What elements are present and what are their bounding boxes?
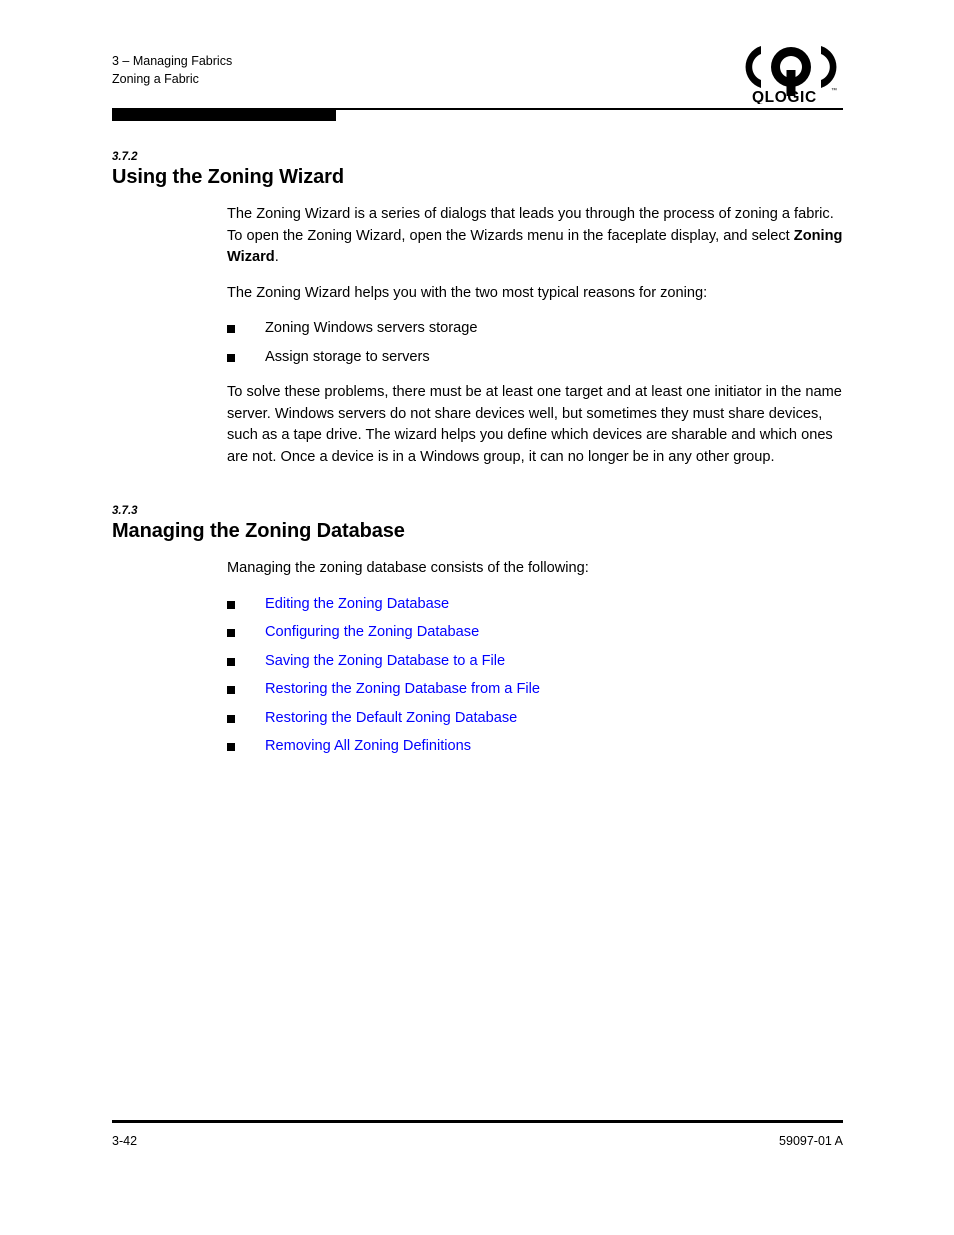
square-bullet-icon [227,600,235,609]
section-title: Using the Zoning Wizard [112,166,344,188]
page-content: 3.7.2 Using the Zoning Wizard The Zoning… [112,150,843,772]
header-chapter-line: 3 – Managing Fabrics [112,54,233,68]
list-item: Restoring the Zoning Database from a Fil… [227,679,843,701]
header-rule-thick-block [112,110,336,121]
link-restoring-the-default-zoning-database[interactable]: Restoring the Default Zoning Database [265,710,517,726]
page-header: 3 – Managing Fabrics Zoning a Fabric QLO… [112,46,843,104]
section-body: The Zoning Wizard is a series of dialogs… [227,204,843,468]
page-footer: 3-42 59097-01 A [112,1132,843,1150]
header-breadcrumb: 3 – Managing Fabrics Zoning a Fabric [112,52,843,88]
list-item: Assign storage to servers [227,347,843,369]
paragraph-database-intro: Managing the zoning database consists of… [227,560,589,576]
link-removing-all-zoning-definitions[interactable]: Removing All Zoning Definitions [265,738,471,754]
footer-rule [112,1120,843,1123]
section-number: 3.7.2 [112,151,138,163]
document-page: 3 – Managing Fabrics Zoning a Fabric QLO… [0,0,954,1235]
qlogic-logo: QLOGIC ™ [739,40,843,104]
list-item: Saving the Zoning Database to a File [227,651,843,673]
square-bullet-icon [227,353,235,362]
list-item: Restoring the Default Zoning Database [227,708,843,730]
link-saving-the-zoning-database-to-a-file[interactable]: Saving the Zoning Database to a File [265,653,505,669]
paragraph-typical-reasons: The Zoning Wizard helps you with the two… [227,284,708,301]
logo-wordmark: QLOGIC [752,89,817,104]
section-using-the-zoning-wizard: 3.7.2 Using the Zoning Wizard The Zoning… [112,150,843,468]
link-editing-the-zoning-database[interactable]: Editing the Zoning Database [265,596,449,612]
list-item: Removing All Zoning Definitions [227,736,843,758]
list-item: Editing the Zoning Database [227,594,843,616]
link-configuring-the-zoning-database[interactable]: Configuring the Zoning Database [265,624,479,640]
footer-document-number: 59097-01 A [779,1134,843,1148]
link-restoring-the-zoning-database-from-a-file[interactable]: Restoring the Zoning Database from a Fil… [265,681,540,697]
list-zoning-database-topics: Editing the Zoning Database Configuring … [227,594,843,758]
section-number: 3.7.3 [112,505,138,517]
square-bullet-icon [227,629,235,637]
paragraph-solve-problems: To solve these problems, there must be a… [227,384,842,465]
paragraph-text-part-2: . [274,249,279,265]
square-bullet-icon [227,657,235,666]
paragraph-zoning-wizard-intro: The Zoning Wizard is a series of dialogs… [227,204,843,269]
section-managing-the-zoning-database: 3.7.3 Managing the Zoning Database Manag… [112,504,843,758]
square-bullet-icon [227,714,235,723]
logo-trademark-icon: ™ [831,87,837,94]
square-bullet-icon [227,686,235,694]
paragraph-text-part-1: The Zoning Wizard is a series of dialogs… [227,206,834,244]
list-item: Configuring the Zoning Database [227,622,843,644]
section-title: Managing the Zoning Database [112,520,405,542]
header-section-line: Zoning a Fabric [112,72,199,86]
list-item: Zoning Windows servers storage [227,318,843,340]
header-rule [112,108,843,122]
square-bullet-icon [227,325,235,333]
footer-page-number: 3-42 [112,1134,138,1148]
square-bullet-icon [227,743,235,751]
section-body: Managing the zoning database consists of… [227,558,843,758]
list-item-label: Zoning Windows servers storage [265,320,478,336]
list-item-label: Assign storage to servers [265,348,430,365]
list-typical-reasons: Zoning Windows servers storage Assign st… [227,318,843,368]
